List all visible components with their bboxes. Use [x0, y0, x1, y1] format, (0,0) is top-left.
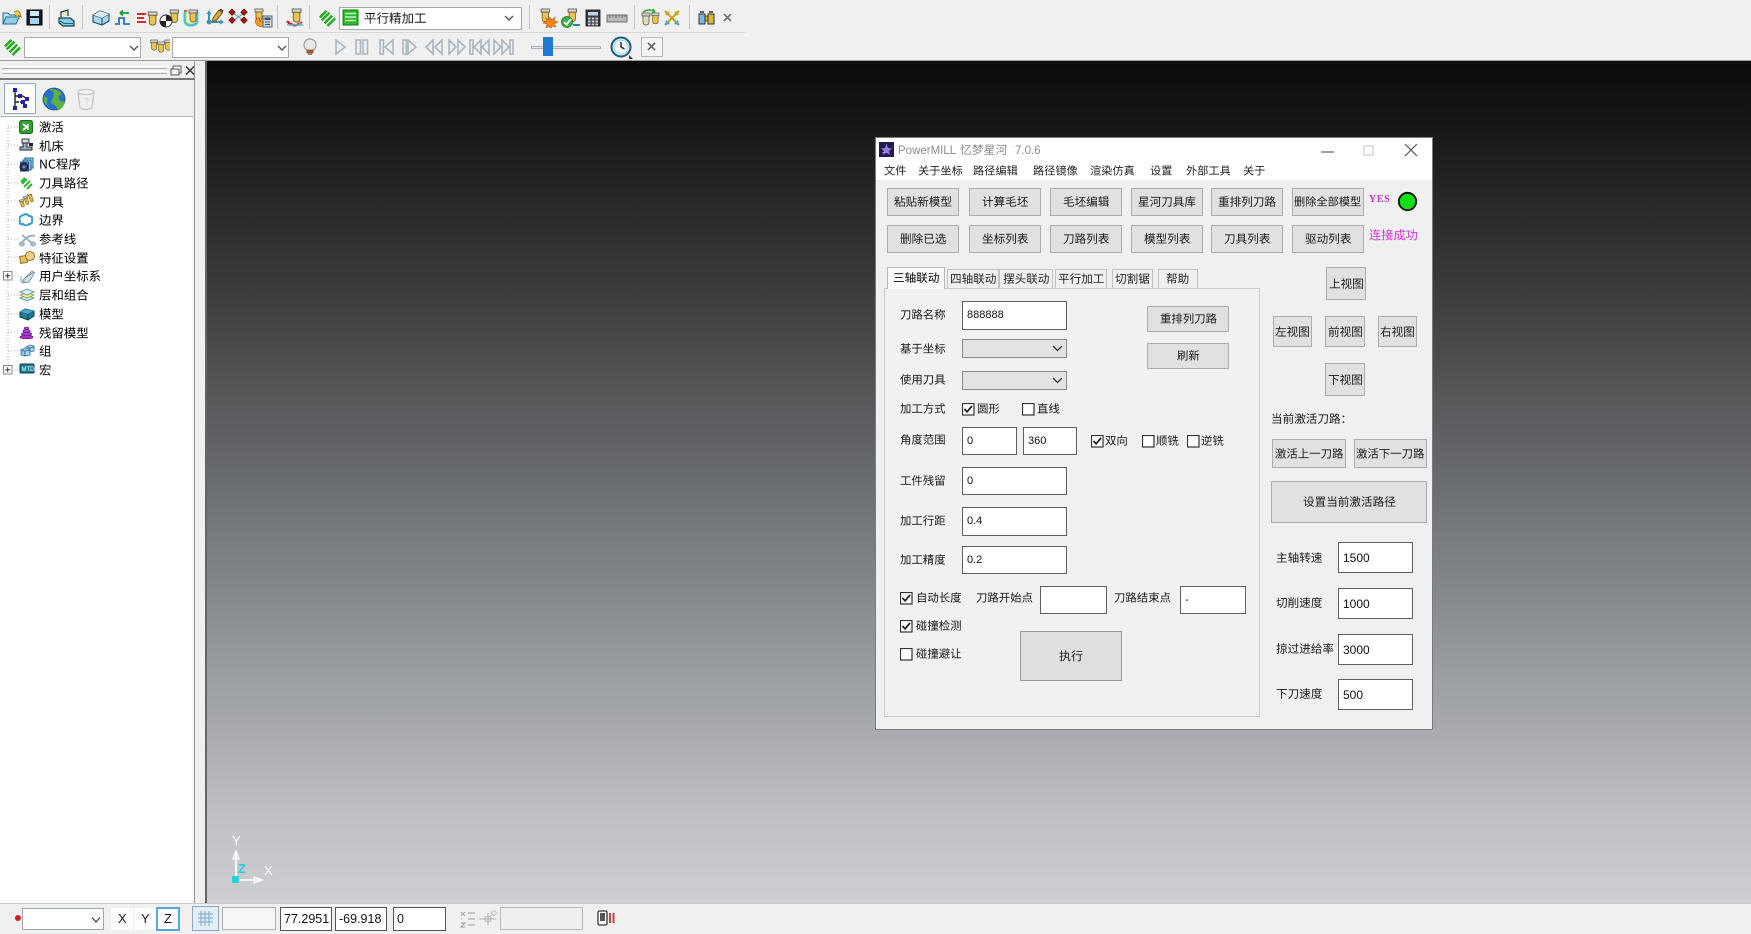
svg-text:X: X: [264, 863, 273, 878]
svg-text:Z: Z: [238, 861, 246, 876]
svg-text:Y: Y: [232, 833, 241, 848]
svg-text:MTD: MTD: [22, 367, 36, 373]
